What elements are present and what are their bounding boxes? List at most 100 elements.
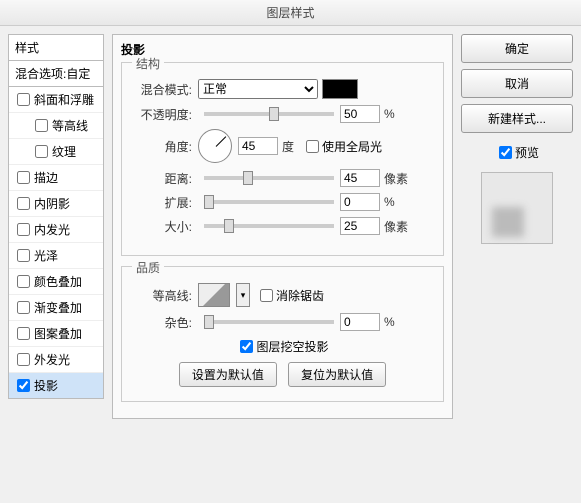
noise-unit: % [384,315,395,329]
blend-mode-label: 混合模式: [134,81,192,98]
contour-label: 等高线: [134,287,192,304]
distance-unit: 像素 [384,170,408,187]
style-list: 斜面和浮雕等高线纹理描边内阴影内发光光泽颜色叠加渐变叠加图案叠加外发光投影 [8,86,104,399]
angle-row: 角度: 度 使用全局光 [134,129,431,163]
styles-panel: 样式 混合选项:自定 斜面和浮雕等高线纹理描边内阴影内发光光泽颜色叠加渐变叠加图… [8,34,104,419]
style-checkbox[interactable] [17,93,30,106]
style-checkbox[interactable] [17,353,30,366]
dialog-title: 图层样式 [0,0,581,26]
style-item-8[interactable]: 渐变叠加 [9,295,103,321]
knockout-row: 图层挖空投影 [134,337,431,356]
knockout-checkbox[interactable]: 图层挖空投影 [236,337,328,356]
styles-header: 样式 [8,34,104,60]
style-item-label: 投影 [34,377,58,394]
opacity-label: 不透明度: [134,106,192,123]
style-checkbox[interactable] [17,327,30,340]
style-item-9[interactable]: 图案叠加 [9,321,103,347]
contour-picker[interactable] [198,283,230,307]
blend-mode-select[interactable]: 正常 [198,79,318,99]
ok-button[interactable]: 确定 [461,34,573,63]
opacity-slider[interactable] [204,112,334,116]
quality-group: 品质 等高线: ▾ 消除锯齿 杂色: % 图层挖空投影 [121,266,444,402]
style-checkbox[interactable] [17,249,30,262]
global-light-checkbox[interactable]: 使用全局光 [302,137,382,156]
opacity-row: 不透明度: % [134,105,431,123]
style-item-7[interactable]: 颜色叠加 [9,269,103,295]
reset-default-button[interactable]: 复位为默认值 [288,362,386,387]
style-item-5[interactable]: 内发光 [9,217,103,243]
distance-input[interactable] [340,169,380,187]
style-checkbox[interactable] [17,275,30,288]
effect-settings: 投影 结构 混合模式: 正常 不透明度: % 角度: 度 [112,34,453,419]
style-item-2[interactable]: 纹理 [9,139,103,165]
quality-legend: 品质 [132,259,164,276]
size-slider[interactable] [204,224,334,228]
right-panel: 确定 取消 新建样式... 预览 [461,34,573,419]
noise-label: 杂色: [134,314,192,331]
contour-dropdown-icon[interactable]: ▾ [236,283,250,307]
antialias-checkbox[interactable]: 消除锯齿 [256,286,324,305]
style-item-label: 图案叠加 [34,325,82,342]
style-item-3[interactable]: 描边 [9,165,103,191]
style-item-label: 描边 [34,169,58,186]
size-label: 大小: [134,218,192,235]
size-input[interactable] [340,217,380,235]
blend-options-row[interactable]: 混合选项:自定 [8,60,104,86]
shadow-color-swatch[interactable] [322,79,358,99]
preview-shadow-icon [492,207,524,237]
style-item-4[interactable]: 内阴影 [9,191,103,217]
style-item-1[interactable]: 等高线 [9,113,103,139]
blend-mode-row: 混合模式: 正常 [134,79,431,99]
new-style-button[interactable]: 新建样式... [461,104,573,133]
distance-label: 距离: [134,170,192,187]
style-checkbox[interactable] [17,223,30,236]
style-item-label: 纹理 [52,143,76,160]
style-item-label: 渐变叠加 [34,299,82,316]
preview-checkbox[interactable]: 预览 [495,143,539,162]
noise-input[interactable] [340,313,380,331]
preview-swatch [481,172,553,244]
angle-label: 角度: [134,138,192,155]
style-item-label: 斜面和浮雕 [34,91,94,108]
angle-dial[interactable] [198,129,232,163]
size-unit: 像素 [384,218,408,235]
style-checkbox[interactable] [17,379,30,392]
distance-row: 距离: 像素 [134,169,431,187]
spread-input[interactable] [340,193,380,211]
spread-label: 扩展: [134,194,192,211]
size-row: 大小: 像素 [134,217,431,235]
distance-slider[interactable] [204,176,334,180]
spread-unit: % [384,195,395,209]
style-checkbox[interactable] [17,301,30,314]
structure-group: 结构 混合模式: 正常 不透明度: % 角度: 度 使用全局 [121,62,444,256]
contour-row: 等高线: ▾ 消除锯齿 [134,283,431,307]
spread-row: 扩展: % [134,193,431,211]
cancel-button[interactable]: 取消 [461,69,573,98]
noise-slider[interactable] [204,320,334,324]
style-item-label: 颜色叠加 [34,273,82,290]
style-item-6[interactable]: 光泽 [9,243,103,269]
style-checkbox[interactable] [35,119,48,132]
effect-title: 投影 [121,41,444,58]
style-checkbox[interactable] [35,145,48,158]
style-item-label: 光泽 [34,247,58,264]
structure-legend: 结构 [132,55,164,72]
style-item-label: 等高线 [52,117,88,134]
set-default-button[interactable]: 设置为默认值 [179,362,277,387]
angle-unit: 度 [282,138,294,155]
style-item-0[interactable]: 斜面和浮雕 [9,87,103,113]
noise-row: 杂色: % [134,313,431,331]
default-buttons-row: 设置为默认值 复位为默认值 [134,362,431,387]
style-item-label: 内阴影 [34,195,70,212]
dialog-body: 样式 混合选项:自定 斜面和浮雕等高线纹理描边内阴影内发光光泽颜色叠加渐变叠加图… [0,26,581,427]
style-checkbox[interactable] [17,171,30,184]
opacity-input[interactable] [340,105,380,123]
style-item-label: 内发光 [34,221,70,238]
angle-input[interactable] [238,137,278,155]
opacity-unit: % [384,107,395,121]
style-checkbox[interactable] [17,197,30,210]
spread-slider[interactable] [204,200,334,204]
style-item-10[interactable]: 外发光 [9,347,103,373]
style-item-11[interactable]: 投影 [9,373,103,398]
style-item-label: 外发光 [34,351,70,368]
